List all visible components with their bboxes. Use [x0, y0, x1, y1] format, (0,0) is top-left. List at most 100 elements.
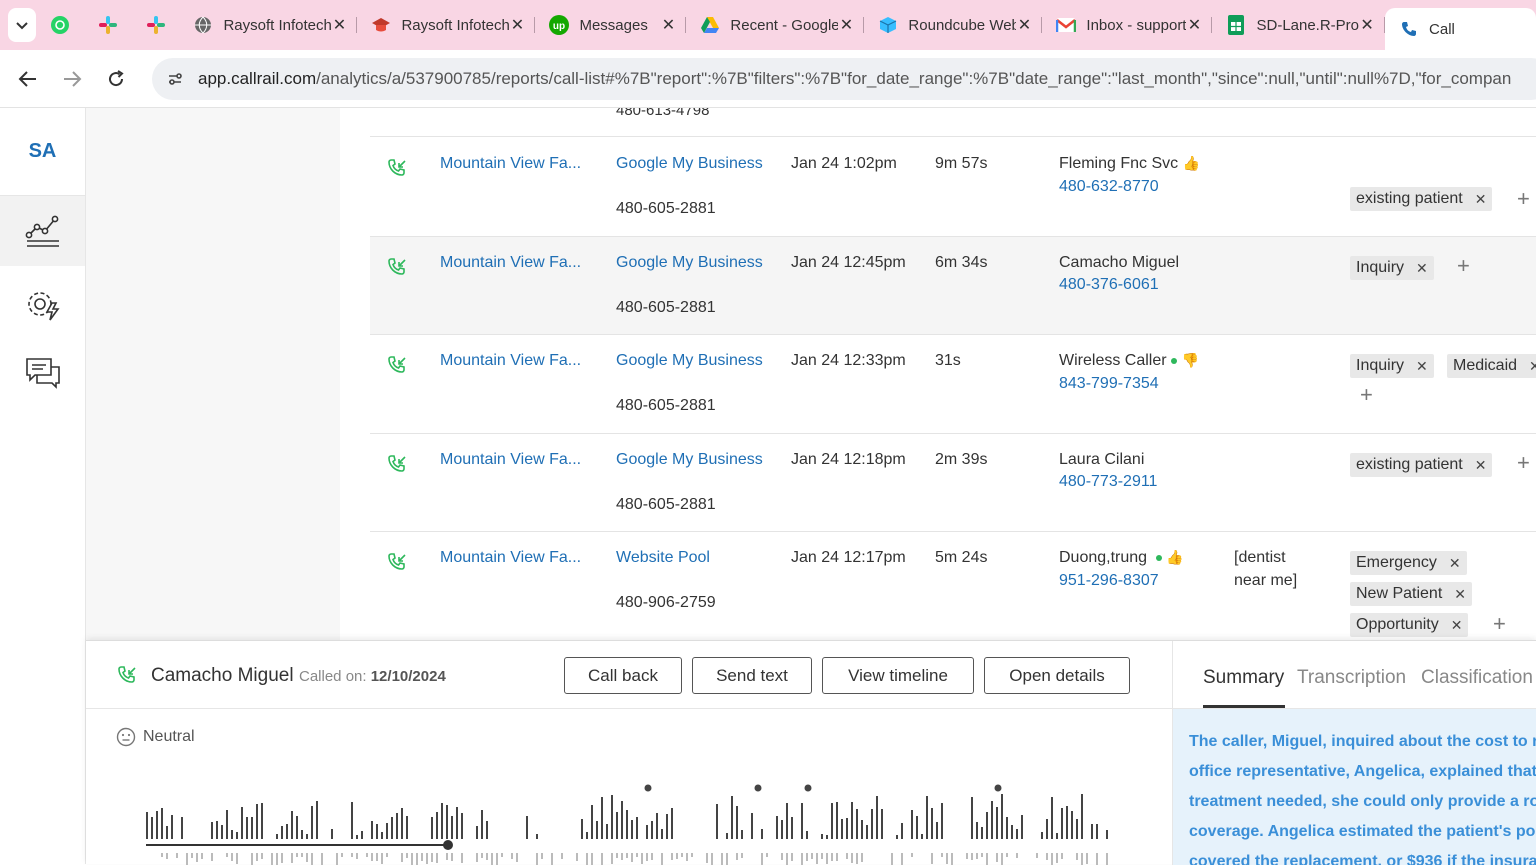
source-link[interactable]: Google My Business — [616, 254, 763, 272]
remove-tag-icon[interactable]: ✕ — [1451, 617, 1463, 634]
source-link[interactable]: Website Pool — [616, 549, 710, 567]
call-back-button[interactable]: Call back — [564, 657, 682, 694]
thumbs-down-icon[interactable]: 👎 — [1181, 352, 1198, 369]
thumbs-up-icon[interactable]: 👍 — [1183, 155, 1200, 172]
account-brand[interactable]: SA — [0, 108, 85, 196]
add-tag-button[interactable]: + — [1360, 382, 1373, 408]
tab-classification[interactable]: Classification — [1421, 667, 1533, 689]
add-tag-button[interactable]: + — [1457, 253, 1470, 279]
remove-tag-icon[interactable]: ✕ — [1449, 555, 1461, 572]
site-info-icon[interactable] — [162, 66, 188, 92]
remove-tag-icon[interactable]: ✕ — [1416, 358, 1428, 375]
waveform-bar — [636, 853, 638, 857]
browser-tab[interactable]: Recent - Google Drive ✕ — [686, 7, 865, 43]
caller-phone-link[interactable]: 951-296-8307 — [1059, 572, 1159, 590]
send-text-button[interactable]: Send text — [692, 657, 812, 694]
waveform-bar — [576, 853, 578, 861]
remove-tag-icon[interactable]: ✕ — [1416, 260, 1428, 277]
tab-close-icon[interactable]: ✕ — [331, 15, 347, 35]
waveform-bar — [586, 832, 588, 839]
inbound-call-icon — [386, 158, 408, 185]
add-tag-button[interactable]: + — [1517, 186, 1530, 212]
waveform-bar — [931, 808, 933, 839]
call-audio-waveform[interactable] — [146, 781, 1116, 865]
waveform-bar — [516, 853, 518, 862]
company-link[interactable]: Mountain View Fa... — [440, 451, 581, 469]
open-details-button[interactable]: Open details — [984, 657, 1130, 694]
thumbs-up-icon[interactable]: 👍 — [1166, 549, 1183, 566]
waveform-bar — [996, 807, 998, 839]
source-link[interactable]: Google My Business — [616, 352, 763, 370]
browser-tab-active[interactable]: Call — [1385, 8, 1536, 50]
browser-tab[interactable]: SD-Lane.R-Pro ✕ — [1212, 7, 1385, 43]
browser-tab[interactable]: up Messages ✕ — [535, 7, 687, 43]
table-row-selected[interactable]: Mountain View Fa... Google My Business 4… — [370, 237, 1536, 335]
table-row[interactable]: Mountain View Fa... Google My Business 4… — [370, 335, 1536, 434]
address-bar[interactable]: app.callrail.com/analytics/a/537900785/r… — [152, 58, 1536, 100]
table-row[interactable]: Mountain View Fa... Google My Business 4… — [370, 138, 1536, 237]
table-row[interactable]: Mountain View Fa... Website Pool 480-906… — [370, 532, 1536, 640]
sidebar-item-analytics[interactable] — [0, 196, 85, 266]
waveform-bar — [666, 814, 668, 839]
panel-header: Camacho Miguel Called on: 12/10/2024 Cal… — [86, 641, 1172, 709]
tab-close-icon[interactable]: ✕ — [1016, 15, 1032, 35]
pinned-tab-slack-2[interactable] — [132, 7, 180, 43]
tab-close-icon[interactable]: ✕ — [1359, 15, 1375, 35]
company-link[interactable]: Mountain View Fa... — [440, 155, 581, 173]
waveform-bar — [1046, 853, 1048, 860]
remove-tag-icon[interactable]: ✕ — [1475, 457, 1487, 474]
caller-phone-link[interactable]: 480-376-6061 — [1059, 276, 1159, 294]
sidebar-item-settings[interactable] — [0, 270, 85, 340]
company-link[interactable]: Mountain View Fa... — [440, 549, 581, 567]
tab-transcription[interactable]: Transcription — [1297, 667, 1406, 689]
table-row[interactable]: Mountain View Fa... Google My Business 4… — [370, 434, 1536, 532]
company-link[interactable]: Mountain View Fa... — [440, 254, 581, 272]
waveform-bar — [221, 825, 223, 839]
remove-tag-icon[interactable]: ✕ — [1475, 191, 1487, 208]
tab-close-icon[interactable]: ✕ — [509, 15, 525, 35]
browser-tab[interactable]: Raysoft Infotech ✕ — [357, 7, 536, 43]
add-tag-button[interactable]: + — [1493, 611, 1506, 637]
tracking-number: 480-605-2881 — [616, 397, 716, 414]
browser-tab[interactable]: Raysoft Infotech ✕ — [179, 7, 358, 43]
tab-search-button[interactable] — [8, 8, 37, 42]
remove-tag-icon[interactable]: ✕ — [1454, 586, 1466, 603]
tab-summary[interactable]: Summary — [1203, 667, 1284, 689]
call-start-time: Jan 24 12:18pm — [791, 451, 906, 468]
back-button[interactable] — [6, 57, 50, 101]
pinned-tab-slack-1[interactable] — [84, 7, 132, 43]
playhead[interactable] — [443, 840, 453, 850]
source-link[interactable]: Google My Business — [616, 451, 763, 469]
browser-toolbar: app.callrail.com/analytics/a/537900785/r… — [0, 50, 1536, 108]
waveform-bar — [976, 822, 978, 839]
remove-tag-icon[interactable]: ✕ — [1529, 358, 1536, 375]
company-link[interactable]: Mountain View Fa... — [440, 352, 581, 370]
call-start-time: Jan 24 12:33pm — [791, 352, 906, 369]
waveform-bar — [936, 822, 938, 839]
pinned-tab-whatsapp[interactable] — [36, 7, 84, 43]
tab-close-icon[interactable]: ✕ — [660, 15, 676, 35]
browser-tab[interactable]: Inbox - support ✕ — [1042, 7, 1213, 43]
waveform-bar — [256, 853, 258, 861]
browser-tab[interactable]: Roundcube Webmail ✕ — [864, 7, 1043, 43]
caller-phone-link[interactable]: 843-799-7354 — [1059, 375, 1159, 393]
add-tag-button[interactable]: + — [1517, 450, 1530, 476]
caller-name: Camacho Miguel — [1059, 254, 1180, 271]
waveform-bar — [1006, 817, 1008, 839]
neutral-face-icon — [116, 727, 136, 747]
forward-button[interactable] — [50, 57, 94, 101]
reload-button[interactable] — [94, 57, 138, 101]
waveform-bar — [621, 801, 623, 839]
tab-close-icon[interactable]: ✕ — [1186, 15, 1202, 35]
waveform-bar — [786, 853, 788, 865]
caller-phone-link[interactable]: 480-773-2911 — [1059, 473, 1157, 491]
source-link[interactable]: Google My Business — [616, 155, 763, 173]
waveform-bar — [371, 821, 373, 839]
tab-close-icon[interactable]: ✕ — [838, 15, 854, 35]
caller-phone-link[interactable]: 480-632-8770 — [1059, 178, 1159, 196]
tag-chip: Opportunity ✕ — [1350, 613, 1469, 637]
status-dot — [1171, 357, 1178, 364]
sidebar-item-conversations[interactable] — [0, 338, 85, 408]
view-timeline-button[interactable]: View timeline — [822, 657, 974, 694]
waveform-bar — [916, 816, 918, 839]
